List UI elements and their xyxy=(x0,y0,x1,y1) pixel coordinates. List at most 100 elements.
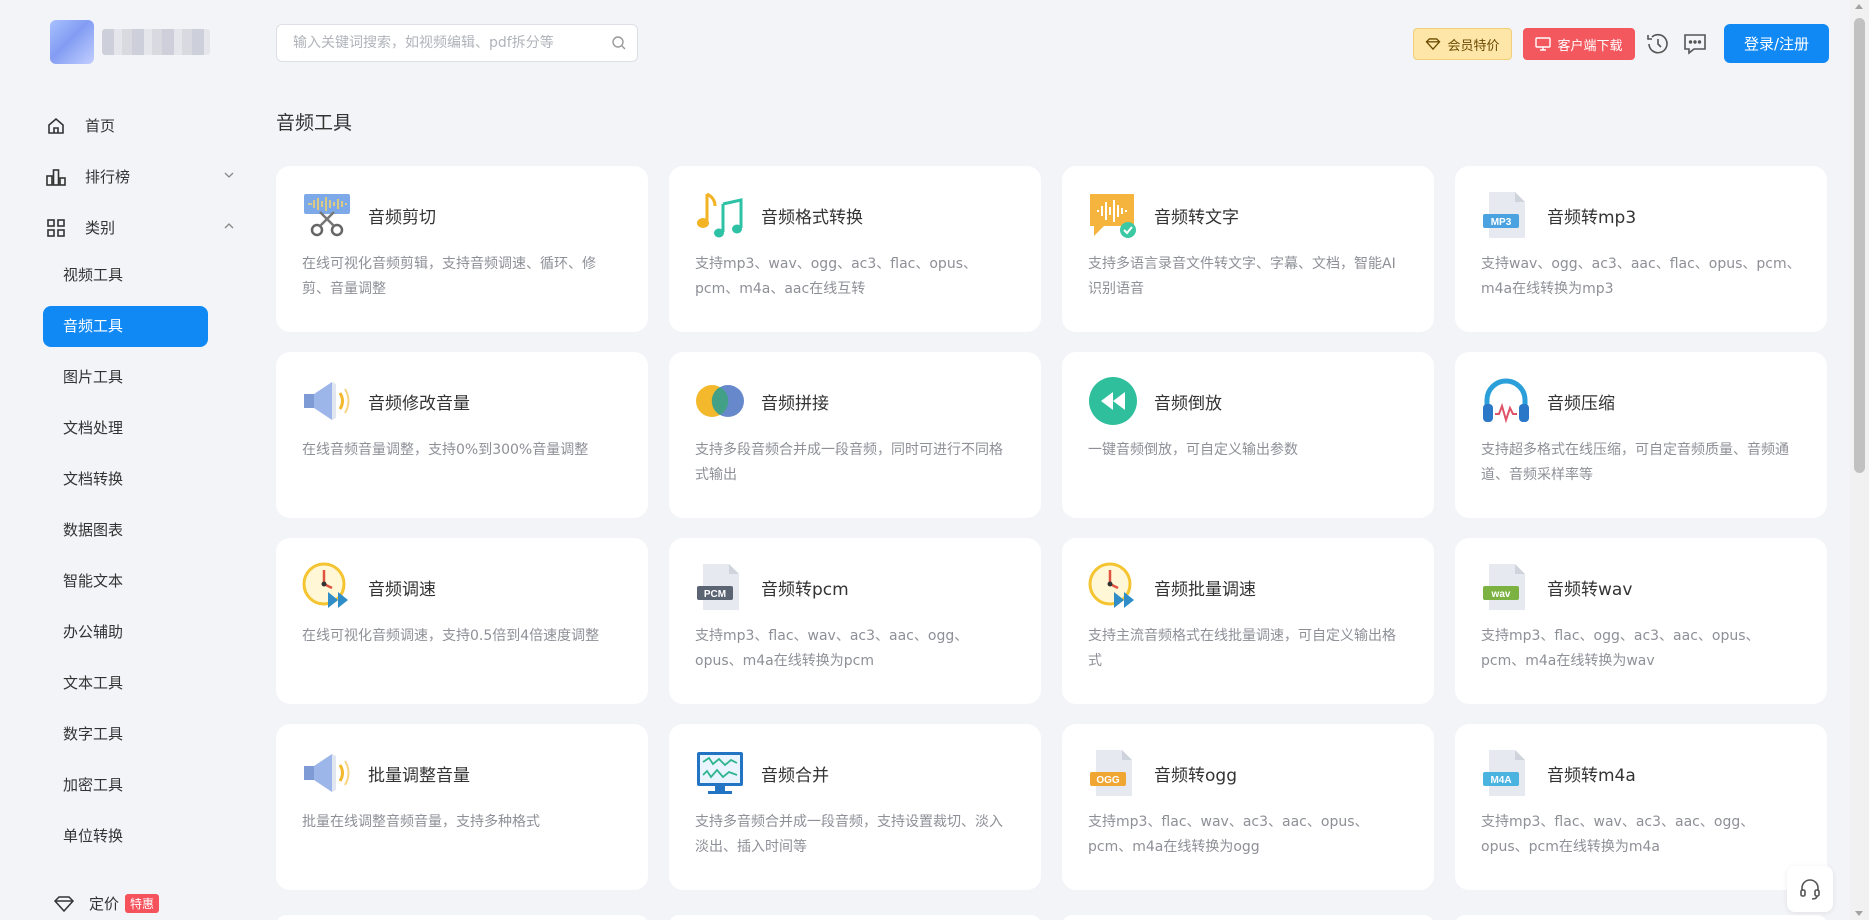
scrollbar-thumb[interactable] xyxy=(1854,18,1865,473)
ogg-file-icon: OGG xyxy=(1090,750,1132,796)
subnav-item-audio[interactable]: 音频工具 xyxy=(43,306,208,347)
home-icon xyxy=(43,113,69,139)
speaker-icon xyxy=(304,754,350,792)
client-download-label: 客户端下载 xyxy=(1557,38,1623,54)
tool-card-audio-reverse[interactable]: 音频倒放 一键音频倒放，可自定义输出参数 xyxy=(1062,352,1434,518)
tool-card-audio-merge[interactable]: 音频合并 支持多音频合并成一段音频，支持设置裁切、淡入淡出、插入时间等 xyxy=(669,724,1041,890)
svg-text:OGG: OGG xyxy=(1096,775,1120,786)
login-register-button[interactable]: 登录/注册 xyxy=(1724,24,1829,63)
subnav-item-image[interactable]: 图片工具 xyxy=(43,357,208,398)
category-subnav: 视频工具 音频工具 图片工具 文档处理 文档转换 数据图表 智能文本 办公辅助 … xyxy=(43,255,208,867)
tool-name: 音频修改音量 xyxy=(368,393,470,414)
nav-item-label: 首页 xyxy=(85,117,116,135)
nav-item-category[interactable]: 类别 xyxy=(43,202,243,253)
page-scrollbar[interactable] xyxy=(1850,0,1869,920)
tool-name: 音频转ogg xyxy=(1154,765,1237,786)
tool-description: 在线音频音量调整，支持0%到300%音量调整 xyxy=(302,442,589,458)
tool-description: 支持mp3、wav、ogg、ac3、flac、opus、pcm、m4a、aac在… xyxy=(695,256,977,297)
search-icon[interactable] xyxy=(611,35,627,51)
tool-card-audio-to-m4a[interactable]: M4A 音频转m4a 支持mp3、flac、wav、ac3、aac、ogg、op… xyxy=(1455,724,1827,890)
chevron-up-icon[interactable] xyxy=(223,220,235,232)
tool-description: 支持多音频合并成一段音频，支持设置裁切、淡入淡出、插入时间等 xyxy=(695,814,1003,855)
tool-card-partial[interactable] xyxy=(276,915,648,920)
pcm-file-icon: PCM xyxy=(697,564,739,610)
subnav-item-doc-convert[interactable]: 文档转换 xyxy=(43,459,208,500)
tool-card-audio-volume[interactable]: 音频修改音量 在线音频音量调整，支持0%到300%音量调整 xyxy=(276,352,648,518)
headphones-icon xyxy=(1483,378,1529,424)
tool-card-audio-speed[interactable]: 音频调速 在线可视化音频调速，支持0.5倍到4倍速度调整 xyxy=(276,538,648,704)
tool-name: 音频批量调速 xyxy=(1154,579,1256,600)
sidebar: 首页 排行榜 类别 视频工具 音频工具 图片工具 文档处理 文档转换 数据图表 … xyxy=(0,0,250,920)
tool-description: 支持mp3、flac、wav、ac3、aac、ogg、opus、pcm在线转换为… xyxy=(1481,814,1755,855)
tool-description: 支持mp3、flac、wav、ac3、aac、ogg、opus、m4a在线转换为… xyxy=(695,628,969,669)
tool-description: 支持wav、ogg、ac3、aac、flac、opus、pcm、m4a在线转换为… xyxy=(1481,256,1801,297)
nav-item-label: 排行榜 xyxy=(85,168,131,186)
logo-text-blurred xyxy=(102,29,210,55)
tool-description: 支持主流音频格式在线批量调速，可自定义输出格式 xyxy=(1088,628,1396,669)
nav-item-ranking[interactable]: 排行榜 xyxy=(43,151,243,202)
message-icon[interactable] xyxy=(1682,31,1708,57)
client-download-button[interactable]: 客户端下载 xyxy=(1523,28,1635,60)
wav-file-icon: wav xyxy=(1483,564,1525,610)
pricing-label: 定价 xyxy=(89,895,120,913)
subnav-item-number-tools[interactable]: 数字工具 xyxy=(43,714,208,755)
tool-card-audio-to-wav[interactable]: wav 音频转wav 支持mp3、flac、ogg、ac3、aac、opus、p… xyxy=(1455,538,1827,704)
tool-name: 音频转m4a xyxy=(1547,765,1636,786)
subnav-item-smart-text[interactable]: 智能文本 xyxy=(43,561,208,602)
tool-card-partial[interactable] xyxy=(669,915,1041,920)
history-icon[interactable] xyxy=(1645,31,1671,57)
grid-icon xyxy=(43,215,69,241)
nav-item-pricing[interactable]: 定价 特惠 xyxy=(53,893,160,914)
vip-price-button[interactable]: 会员特价 xyxy=(1413,28,1512,60)
subnav-item-text-tools[interactable]: 文本工具 xyxy=(43,663,208,704)
tool-card-audio-to-pcm[interactable]: PCM 音频转pcm 支持mp3、flac、wav、ac3、aac、ogg、op… xyxy=(669,538,1041,704)
tool-card-audio-cut[interactable]: 音频剪切 在线可视化音频剪辑，支持音频调速、循环、修剪、音量调整 xyxy=(276,166,648,332)
tool-card-audio-to-text[interactable]: 音频转文字 支持多语言录音文件转文字、字幕、文档，智能AI识别语音 xyxy=(1062,166,1434,332)
speech-wave-icon xyxy=(1090,194,1136,238)
tool-description: 支持mp3、flac、ogg、ac3、aac、opus、pcm、m4a在线转换为… xyxy=(1481,628,1760,669)
nav-item-home[interactable]: 首页 xyxy=(43,100,243,151)
tool-name: 音频调速 xyxy=(368,579,436,600)
svg-text:M4A: M4A xyxy=(1490,775,1511,786)
speaker-icon xyxy=(304,382,350,420)
scroll-up-arrow[interactable] xyxy=(1855,4,1863,9)
tool-card-batch-volume[interactable]: 批量调整音量 批量在线调整音频音量，支持多种格式 xyxy=(276,724,648,890)
tool-card-audio-to-mp3[interactable]: MP3 音频转mp3 支持wav、ogg、ac3、aac、flac、opus、p… xyxy=(1455,166,1827,332)
chevron-down-icon[interactable] xyxy=(223,169,235,181)
tool-card-audio-format-convert[interactable]: 音频格式转换 支持mp3、wav、ogg、ac3、flac、opus、pcm、m… xyxy=(669,166,1041,332)
subnav-item-video[interactable]: 视频工具 xyxy=(43,255,208,296)
mp3-file-icon: MP3 xyxy=(1483,192,1525,238)
customer-support-button[interactable] xyxy=(1787,866,1833,912)
tool-card-partial[interactable] xyxy=(1455,915,1827,920)
tool-card-audio-compress[interactable]: 音频压缩 支持超多格式在线压缩，可自定音频质量、音频通道、音频采样率等 xyxy=(1455,352,1827,518)
discount-badge: 特惠 xyxy=(125,894,160,913)
subnav-item-encrypt-tools[interactable]: 加密工具 xyxy=(43,765,208,806)
svg-text:PCM: PCM xyxy=(704,589,726,600)
tool-card-audio-splice[interactable]: 音频拼接 支持多段音频合并成一段音频，同时可进行不同格式输出 xyxy=(669,352,1041,518)
nav-item-label: 类别 xyxy=(85,219,116,237)
tool-description: 一键音频倒放，可自定义输出参数 xyxy=(1088,442,1298,458)
headset-icon xyxy=(1800,879,1820,900)
tool-card-audio-batch-speed[interactable]: 音频批量调速 支持主流音频格式在线批量调速，可自定义输出格式 xyxy=(1062,538,1434,704)
logo-icon xyxy=(50,20,94,64)
subnav-item-unit-convert[interactable]: 单位转换 xyxy=(43,816,208,857)
scissors-icon xyxy=(304,194,350,237)
bar-chart-icon xyxy=(43,164,69,190)
search-input[interactable] xyxy=(293,35,603,51)
subnav-item-doc-process[interactable]: 文档处理 xyxy=(43,408,208,449)
tool-card-audio-to-ogg[interactable]: OGG 音频转ogg 支持mp3、flac、wav、ac3、aac、opus、p… xyxy=(1062,724,1434,890)
subnav-item-office[interactable]: 办公辅助 xyxy=(43,612,208,653)
monitor-icon xyxy=(1535,37,1552,51)
svg-text:wav: wav xyxy=(1491,589,1511,600)
tool-name: 音频拼接 xyxy=(761,393,829,414)
scroll-down-arrow[interactable] xyxy=(1855,911,1863,916)
tool-name: 批量调整音量 xyxy=(368,765,470,786)
tool-name: 音频转wav xyxy=(1547,579,1633,600)
tool-name: 音频转mp3 xyxy=(1547,207,1637,228)
tool-card-partial[interactable] xyxy=(1062,915,1434,920)
subnav-item-data-chart[interactable]: 数据图表 xyxy=(43,510,208,551)
site-logo[interactable] xyxy=(50,20,210,64)
tool-name: 音频压缩 xyxy=(1547,393,1615,414)
tool-description: 支持超多格式在线压缩，可自定音频质量、音频通道、音频采样率等 xyxy=(1481,442,1789,483)
merge-circles-icon xyxy=(696,385,744,417)
